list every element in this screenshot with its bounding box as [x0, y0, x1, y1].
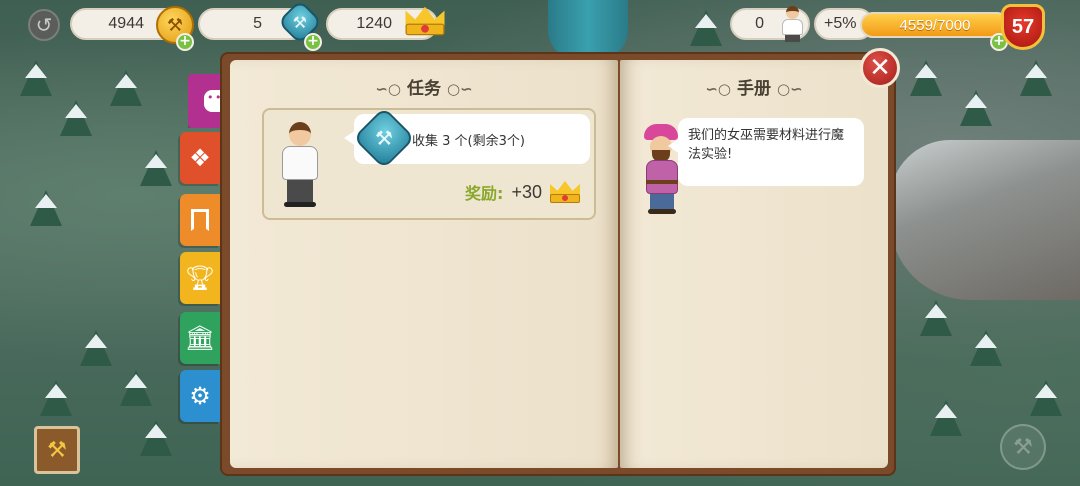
worker-avatar	[278, 122, 322, 208]
quest-bubble: ⚒ 收集 3 个(剩余3个)	[344, 106, 590, 170]
add-hammers-button[interactable]: +	[176, 33, 194, 51]
bookmark-icon	[191, 209, 209, 231]
faded-action-button[interactable]: ⚒	[1000, 424, 1046, 470]
reward-label: 奖励:	[465, 184, 504, 203]
tab-trophy[interactable]: 🏆︎	[180, 252, 220, 304]
quests-title: ∽○ 任务 ○∽	[375, 79, 473, 99]
gear-icon: ⚙	[189, 382, 211, 410]
crown-icon	[550, 181, 580, 203]
close-button[interactable]: ✕	[860, 48, 900, 88]
tree-decoration	[1020, 60, 1052, 96]
hammer-icon: ⚒	[47, 437, 67, 463]
tree-decoration	[30, 190, 62, 226]
quest-text: 收集 3 个(剩余3个)	[412, 133, 525, 149]
mountain-rock-decoration	[890, 140, 1080, 300]
quests-page: ∽○ 任务 ○∽ ⚒ 收集 3 个(剩余3个) 奖励: +30	[230, 60, 618, 468]
pickaxe-icon: ⚒	[1013, 434, 1033, 460]
tree-decoration	[140, 420, 172, 456]
tree-decoration	[920, 300, 952, 336]
museum-icon: 🏛︎	[184, 324, 216, 352]
bonus-value: +5%	[824, 15, 857, 32]
worker-count: 0	[755, 15, 764, 32]
xp-value: 4559/7000	[899, 16, 971, 34]
tree-decoration	[140, 150, 172, 186]
tree-decoration	[1030, 380, 1062, 416]
worker-icon	[778, 6, 806, 42]
tree-decoration	[110, 70, 142, 106]
crown-count: 1240	[356, 15, 392, 32]
tab-settings[interactable]: ⚙	[180, 370, 220, 422]
tree-decoration	[60, 100, 92, 136]
crown-icon	[405, 6, 445, 36]
level-badge[interactable]: 57	[1001, 4, 1045, 50]
river-decoration	[548, 0, 628, 60]
tree-decoration	[80, 330, 112, 366]
tree-decoration	[690, 10, 722, 46]
tab-puzzle[interactable]: ❖	[180, 132, 220, 184]
add-gems-button[interactable]: +	[304, 33, 322, 51]
quest-card[interactable]: ⚒ 收集 3 个(剩余3个) 奖励: +30	[262, 106, 596, 220]
tree-decoration	[930, 400, 962, 436]
build-menu-button[interactable]: ⚒	[34, 426, 80, 474]
tree-decoration	[910, 60, 942, 96]
tree-decoration	[970, 330, 1002, 366]
level-value: 57	[1011, 15, 1035, 38]
manual-text: 我们的女巫需要材料进行魔法实验!	[688, 128, 845, 162]
manual-page: ∽○ 手册 ○∽ 我们的女巫需要材料进行魔法实验!	[620, 60, 888, 468]
close-icon: ✕	[869, 53, 891, 83]
back-button[interactable]: ↺	[28, 9, 60, 41]
tab-museum[interactable]: 🏛︎	[180, 312, 220, 364]
tab-bookmark[interactable]	[180, 194, 220, 246]
back-arrow-icon: ↺	[35, 13, 53, 37]
tree-decoration	[960, 90, 992, 126]
manual-title: ∽○ 手册 ○∽	[705, 79, 803, 99]
quest-book: ∽○任务○∽ ⚒ 收集 3 个(剩余3个) 奖励: +30 ∽○手册○∽	[220, 52, 896, 476]
gem-icon: ⚒	[352, 106, 416, 170]
tree-decoration	[120, 370, 152, 406]
tree-decoration	[20, 60, 52, 96]
reward-value: +30	[511, 181, 542, 202]
quest-reward: 奖励: +30	[465, 180, 580, 204]
hammer-count: 4944	[108, 15, 144, 32]
manual-bubble: 我们的女巫需要材料进行魔法实验!	[668, 118, 864, 186]
tree-decoration	[40, 380, 72, 416]
puzzle-icon: ❖	[189, 144, 211, 172]
trophy-icon: 🏆︎	[184, 264, 216, 292]
xp-progress-bar: 4559/7000	[860, 12, 1010, 38]
gem-count: 5	[253, 15, 262, 32]
